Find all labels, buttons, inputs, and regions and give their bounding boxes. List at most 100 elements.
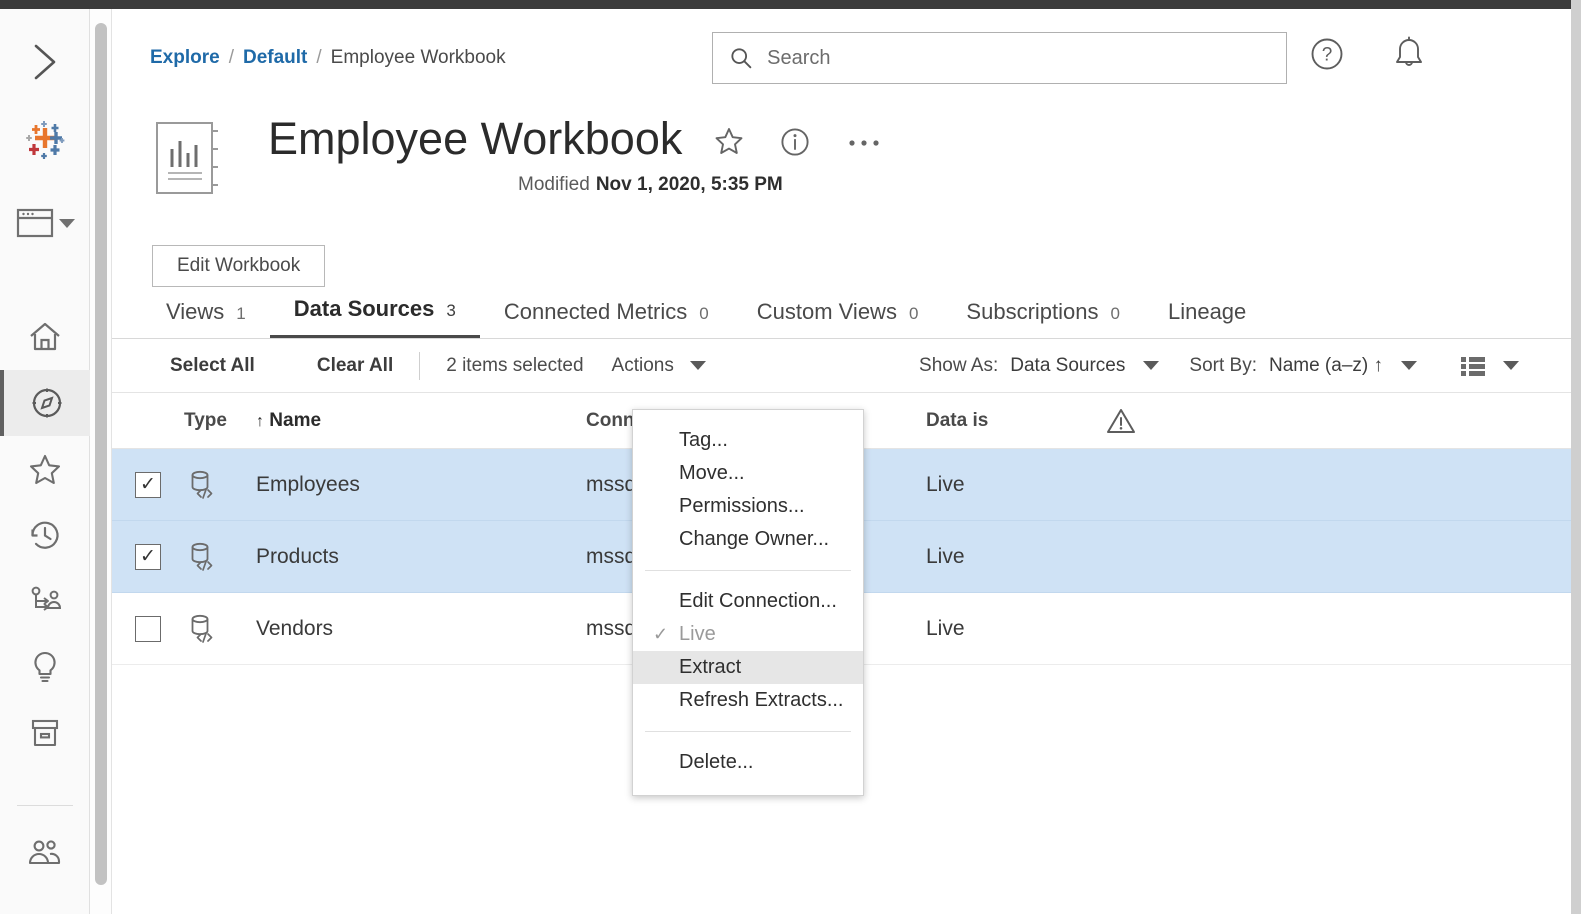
actions-dropdown-menu: Tag... Move... Permissions... Change Own… xyxy=(632,409,864,796)
database-datasource-icon xyxy=(191,614,213,643)
info-circle-icon[interactable] xyxy=(778,125,812,159)
workbook-tabs: Views 1 Data Sources 3 Connected Metrics… xyxy=(112,287,1571,339)
browser-chrome-strip xyxy=(0,0,1581,9)
sidebar-item-home[interactable] xyxy=(0,304,90,370)
row-checkbox[interactable]: ✓ xyxy=(135,471,161,498)
tableau-server-workbook-page: Explore / Default / Employee Workbook ? xyxy=(0,0,1581,914)
modified-info: Modified Nov 1, 2020, 5:35 PM xyxy=(518,174,783,196)
star-icon[interactable] xyxy=(712,125,746,159)
row-checkbox[interactable] xyxy=(135,615,161,642)
database-datasource-icon xyxy=(191,470,213,499)
menu-item-extract[interactable]: Extract xyxy=(633,651,863,684)
workbook-header: Employee Workbook Modified Nov 1, 2020, … xyxy=(112,97,1571,287)
sidebar-item-site-switcher[interactable] xyxy=(9,198,81,248)
tab-subscriptions[interactable]: Subscriptions 0 xyxy=(942,299,1144,338)
breadcrumb-separator-2: / xyxy=(316,47,322,68)
tab-subscriptions-count: 0 xyxy=(1110,304,1120,323)
tab-connected-metrics-count: 0 xyxy=(699,304,709,323)
sidebar-expand-button[interactable] xyxy=(17,34,73,90)
row-checkbox-cell[interactable]: ✓ xyxy=(112,471,184,498)
row-name-cell[interactable]: Products xyxy=(256,545,586,569)
sidebar-item-recommendations[interactable] xyxy=(0,634,90,700)
row-checkbox[interactable]: ✓ xyxy=(135,543,161,570)
rail-nav-items xyxy=(0,304,90,766)
tab-custom-views[interactable]: Custom Views 0 xyxy=(733,299,943,338)
header-name[interactable]: ↑ Name xyxy=(256,410,586,432)
breadcrumb-explore[interactable]: Explore xyxy=(150,47,220,69)
page-title: Employee Workbook xyxy=(268,113,683,164)
check-icon: ✓ xyxy=(653,624,669,644)
clear-all-button[interactable]: Clear All xyxy=(317,355,393,377)
actions-dropdown-button[interactable]: Actions xyxy=(612,355,706,377)
sidebar-item-collections[interactable] xyxy=(0,700,90,766)
row-data-is-cell: Live xyxy=(926,616,965,640)
workbook-actions xyxy=(712,125,884,159)
tab-lineage[interactable]: Lineage xyxy=(1144,299,1270,338)
row-type-cell xyxy=(184,611,256,647)
help-circle-icon[interactable]: ? xyxy=(1307,34,1347,74)
row-type-cell xyxy=(184,539,256,575)
menu-item-refresh-extracts[interactable]: Refresh Extracts... xyxy=(633,684,863,717)
breadcrumb-separator-1: / xyxy=(228,47,234,68)
tab-connected-metrics[interactable]: Connected Metrics 0 xyxy=(480,299,733,338)
menu-separator xyxy=(645,731,851,732)
tab-data-sources[interactable]: Data Sources 3 xyxy=(269,296,480,338)
menu-item-live-label: Live xyxy=(679,623,716,645)
more-options-icon[interactable] xyxy=(844,125,884,159)
tab-views-label: Views xyxy=(166,299,225,324)
chevron-down-icon xyxy=(689,361,706,370)
show-as-value: Data Sources xyxy=(1010,354,1126,376)
rail-bottom-section xyxy=(0,787,89,886)
tab-custom-views-label: Custom Views xyxy=(756,299,897,324)
tableau-logo-button[interactable] xyxy=(17,112,73,168)
menu-item-permissions[interactable]: Permissions... xyxy=(633,490,863,523)
right-edge-gutter xyxy=(1571,0,1581,914)
search-input[interactable] xyxy=(767,46,1270,70)
scrollbar-thumb[interactable] xyxy=(95,23,107,885)
menu-item-change-owner[interactable]: Change Owner... xyxy=(633,523,863,556)
checkbox-tick-icon: ✓ xyxy=(140,474,156,495)
modified-label: Modified xyxy=(518,174,590,195)
sidebar-item-favorites[interactable] xyxy=(0,436,90,502)
sidebar-item-recents[interactable] xyxy=(0,502,90,568)
row-name-cell[interactable]: Employees xyxy=(256,473,586,497)
tab-connected-metrics-label: Connected Metrics xyxy=(503,299,688,324)
row-checkbox-cell[interactable] xyxy=(112,615,184,642)
edit-workbook-button[interactable]: Edit Workbook xyxy=(152,245,326,287)
menu-item-delete[interactable]: Delete... xyxy=(633,746,863,779)
select-all-button[interactable]: Select All xyxy=(170,355,255,377)
search-box[interactable] xyxy=(712,32,1287,84)
sidebar-item-explore[interactable] xyxy=(0,370,90,436)
tab-views[interactable]: Views 1 xyxy=(142,299,270,338)
clock-recents-icon xyxy=(30,521,59,549)
bell-icon[interactable] xyxy=(1391,34,1427,74)
tab-views-count: 1 xyxy=(236,304,246,323)
sort-by-value: Name (a–z) ↑ xyxy=(1268,354,1383,376)
menu-item-move[interactable]: Move... xyxy=(633,457,863,490)
row-type-cell xyxy=(184,467,256,503)
page-scrollbar[interactable] xyxy=(90,9,112,914)
menu-item-edit-connection[interactable]: Edit Connection... xyxy=(633,585,863,618)
window-icon xyxy=(16,208,53,238)
view-mode-button[interactable] xyxy=(1459,354,1519,378)
sidebar-item-users[interactable] xyxy=(0,820,90,886)
row-name-cell[interactable]: Vendors xyxy=(256,617,586,641)
header-type[interactable]: Type xyxy=(184,410,256,432)
menu-item-tag[interactable]: Tag... xyxy=(633,424,863,457)
users-people-icon xyxy=(28,840,60,865)
breadcrumb: Explore / Default / Employee Workbook xyxy=(150,47,506,69)
actions-label: Actions xyxy=(611,354,674,376)
rail-divider xyxy=(16,805,73,806)
data-sources-table: Type ↑ Name Connects to Data is xyxy=(112,393,1571,796)
sort-by-dropdown[interactable]: Name (a–z) ↑ xyxy=(1269,355,1417,377)
show-as-label: Show As: xyxy=(919,354,999,376)
chevron-down-icon xyxy=(1503,361,1519,370)
toolbar-right-controls: Show As: Data Sources Sort By: Name (a–z… xyxy=(919,354,1571,378)
menu-item-live: ✓ Live xyxy=(633,618,863,651)
breadcrumb-default[interactable]: Default xyxy=(243,47,307,69)
header-name-label: Name xyxy=(269,409,322,431)
row-checkbox-cell[interactable]: ✓ xyxy=(112,543,184,570)
show-as-dropdown[interactable]: Data Sources xyxy=(1010,354,1160,377)
header-data-is[interactable]: Data is xyxy=(926,410,1106,432)
sidebar-item-shared-with-me[interactable] xyxy=(0,568,90,634)
